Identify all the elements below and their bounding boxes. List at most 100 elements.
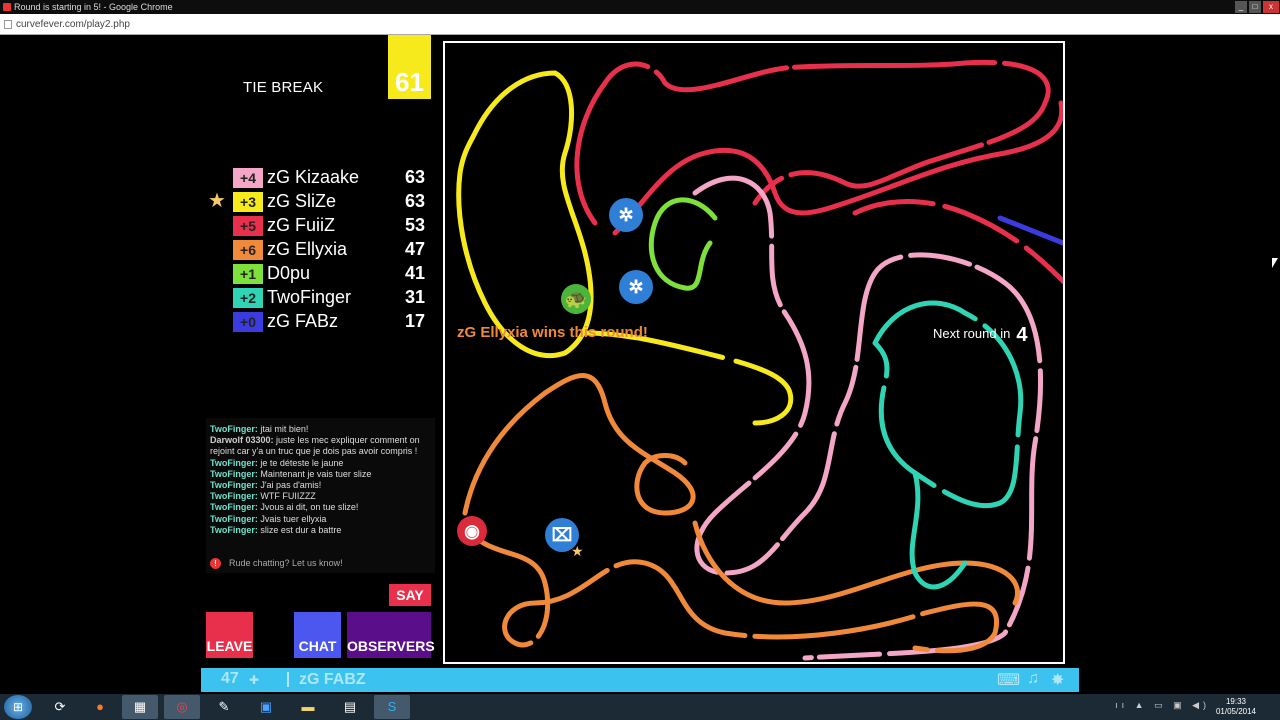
bonus-red-icon: ◉	[457, 516, 487, 546]
player-name: zG Ellyxia	[267, 239, 348, 259]
curve-trails	[456, 59, 1063, 661]
chat-author: TwoFinger:	[210, 524, 258, 535]
separator	[287, 672, 289, 687]
chat-button[interactable]: CHAT	[294, 612, 341, 658]
start-button[interactable]: ⊞	[4, 695, 32, 719]
score-row: +6 zG Ellyxia 47	[206, 237, 431, 261]
bonus-swap-icon: ✲	[619, 270, 653, 304]
game-arena[interactable]: ✲ ✲ 🐢 ◉ ⌧ ★ zG Ellyxia wins this round! …	[443, 41, 1065, 664]
app-icon[interactable]: ▦	[122, 695, 158, 719]
chat-author: TwoFinger:	[210, 468, 258, 479]
chat-input[interactable]	[206, 584, 387, 606]
leader-star-icon	[208, 238, 230, 260]
leader-star-icon	[208, 166, 230, 188]
chat-text: Jvous ai dit, on tue slize!	[257, 502, 359, 513]
minimize-button[interactable]: _	[1235, 1, 1247, 13]
observers-button[interactable]: OBSERVERS	[347, 612, 435, 658]
app-icon[interactable]: ⟳	[42, 695, 78, 719]
score-row: +1 D0pu 41	[206, 261, 431, 285]
chat-author: TwoFinger:	[210, 480, 258, 491]
chat-author: TwoFinger:	[210, 513, 258, 524]
chat-text: slize est dur a battre	[257, 524, 342, 535]
trail-green	[648, 197, 718, 291]
score-row: +2 TwoFinger 31	[206, 285, 431, 309]
address-bar[interactable]: curvefever.com/play2.php	[0, 14, 1280, 35]
level-icon: ✚	[249, 673, 260, 687]
player-score: 41	[404, 263, 425, 283]
player-level: 47	[221, 670, 239, 687]
leader-star-icon	[208, 214, 230, 236]
explorer-folder-icon[interactable]: ▬	[290, 695, 326, 719]
say-button[interactable]: SAY	[389, 584, 431, 606]
player-name: TwoFinger	[267, 287, 352, 307]
trail-orange	[692, 520, 1020, 606]
round-label: TIE BREAK	[243, 79, 324, 96]
window-title: Round is starting in 5! - Google Chrome	[14, 2, 173, 12]
player-name: D0pu	[267, 263, 311, 283]
chat-message: TwoFinger: WTF FUIIZZZ	[210, 491, 431, 502]
player-name: zG FABz	[267, 311, 339, 331]
score-delta: +5	[233, 216, 263, 236]
bonus-slow-turtle-icon: 🐢	[561, 284, 591, 314]
chat-author: Darwolf 03300:	[210, 435, 274, 446]
skype-icon[interactable]: S	[374, 695, 410, 719]
trail-yellow	[582, 330, 794, 426]
goal-score-badge: 61	[388, 35, 431, 99]
leader-star-icon	[208, 262, 230, 284]
photoshop-icon[interactable]: ▣	[248, 695, 284, 719]
player-score: 17	[404, 311, 425, 331]
leader-star-icon	[208, 310, 230, 332]
close-button[interactable]: x	[1263, 1, 1279, 13]
chat-author: TwoFinger:	[210, 424, 258, 434]
report-link[interactable]: ! Rude chatting? Let us know!	[210, 557, 343, 569]
leader-star-icon	[208, 286, 230, 308]
next-round-countdown: Next round in 4	[933, 324, 1027, 345]
next-round-count: 4	[1016, 323, 1028, 346]
star-icon: ★	[571, 543, 584, 559]
window-titlebar: Round is starting in 5! - Google Chrome …	[0, 0, 1280, 14]
bonus-swap-icon: ✲	[609, 198, 643, 232]
chat-text: je te déteste le jaune	[257, 457, 344, 468]
clock[interactable]: 19:33 01/05/2014	[1216, 697, 1256, 717]
fullscreen-icon[interactable]: ✸	[1051, 670, 1064, 690]
leader-star-icon: ★	[208, 190, 226, 212]
chat-message: Darwolf 03300: juste les mec expliquer c…	[210, 435, 431, 457]
chat-text: Maintenant je vais tuer slize	[257, 468, 372, 479]
player-score: 63	[404, 191, 425, 211]
player-score: 47	[404, 239, 425, 259]
score-delta: +6	[233, 240, 263, 260]
music-icon[interactable]: ♫	[1027, 670, 1039, 688]
chat-message: TwoFinger: Maintenant je vais tuer slize	[210, 469, 431, 480]
chat-text: J'ai pas d'amis!	[257, 480, 322, 491]
username: zG FABZ	[299, 671, 366, 688]
chat-text: WTF FUIIZZZ	[257, 491, 316, 502]
chrome-icon[interactable]: ◎	[164, 695, 200, 719]
maximize-button[interactable]: □	[1249, 1, 1261, 13]
clock-time: 19:33	[1225, 697, 1246, 706]
chat-message: TwoFinger: Jvais tuer ellyxia	[210, 514, 431, 525]
app-icon[interactable]: ▤	[332, 695, 368, 719]
url-text: curvefever.com/play2.php	[16, 19, 130, 30]
score-delta: +4	[233, 168, 263, 188]
player-score: 63	[404, 167, 425, 187]
trail-orange	[462, 520, 999, 654]
keyboard-icon[interactable]: ⌨	[997, 670, 1020, 690]
score-row: ★ +3 zG SliZe 63	[206, 189, 431, 213]
leave-button[interactable]: LEAVE	[206, 612, 253, 658]
player-score: 31	[404, 287, 425, 307]
player-name: zG SliZe	[267, 191, 337, 211]
system-tray[interactable]: ıı ▲ ▭ ▣ ◀)	[1115, 700, 1210, 711]
score-delta: +3	[233, 192, 263, 212]
firefox-icon[interactable]: ●	[82, 695, 118, 719]
trail-blue	[997, 215, 1063, 246]
player-score: 53	[404, 215, 425, 235]
app-icon[interactable]: ✎	[206, 695, 242, 719]
score-row: +0 zG FABz 17	[206, 309, 431, 333]
chat-log[interactable]: TwoFinger: jtai mit bien! Darwolf 03300:…	[206, 418, 435, 573]
chat-author: TwoFinger:	[210, 457, 258, 468]
player-name: zG FuiiZ	[267, 215, 336, 235]
score-row: +4 zG Kizaake 63	[206, 165, 431, 189]
chat-text: jtai mit bien!	[257, 424, 309, 434]
page-icon	[4, 20, 12, 29]
score-row: +5 zG FuiiZ 53	[206, 213, 431, 237]
